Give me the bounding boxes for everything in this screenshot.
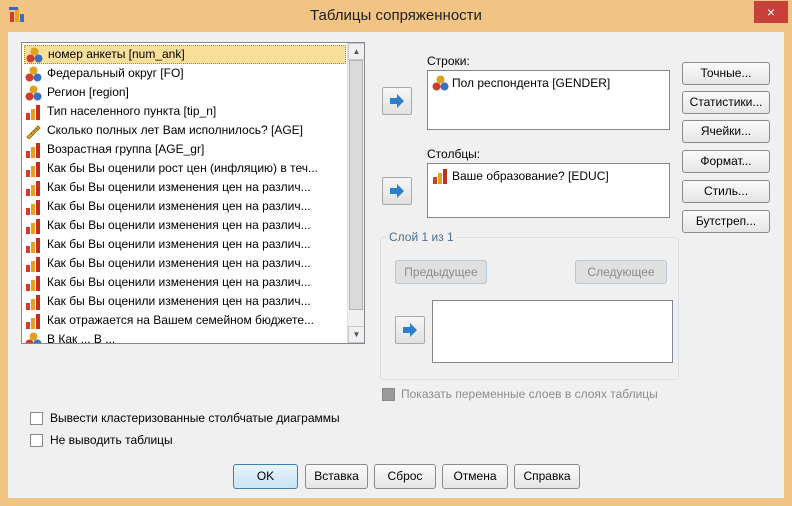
paste-button[interactable]: Вставка (305, 464, 368, 489)
ok-button[interactable]: OK (233, 464, 298, 489)
suppress-tables-label: Не выводить таблицы (50, 433, 173, 447)
variable-list-item[interactable]: Как отражается на Вашем семейном бюджете… (24, 311, 346, 330)
variable-label: В Как ... В ... (47, 332, 116, 344)
ordinal-icon (26, 180, 40, 196)
variable-list-item[interactable]: Сколько полных лет Вам исполнилось? [AGE… (24, 121, 346, 140)
variable-label: Как бы Вы оценили изменения цен на разли… (47, 237, 311, 251)
ordinal-icon (26, 256, 40, 272)
variable-label: Федеральный округ [FO] (47, 66, 184, 80)
ordinal-icon (433, 169, 447, 184)
variable-list-item[interactable]: Возрастная группа [AGE_gr] (24, 140, 346, 159)
rows-label: Строки: (427, 54, 470, 68)
previous-layer-button[interactable]: Предыдущее (395, 260, 487, 284)
ordinal-icon (26, 237, 40, 253)
statistics-button[interactable]: Статистики... (682, 91, 770, 114)
show-layers-label: Показать переменные слоев в слоях таблиц… (401, 387, 658, 401)
variable-label: Как бы Вы оценили изменения цен на разли… (47, 218, 311, 232)
variable-items: номер анкеты [num_ank] Федеральный округ … (24, 45, 346, 344)
right-arrow-icon (390, 184, 404, 198)
move-to-layer-button[interactable] (395, 316, 425, 344)
variable-label: Сколько полных лет Вам исполнилось? [AGE… (47, 123, 303, 137)
suppress-tables-checkbox[interactable] (30, 434, 43, 447)
window-title: Таблицы сопряженности (310, 7, 482, 24)
rows-box[interactable]: Пол респондента [GENDER] (427, 70, 670, 130)
variable-list-item[interactable]: Федеральный округ [FO] (24, 64, 346, 83)
bootstrap-button[interactable]: Бутстреп... (682, 210, 770, 233)
ordinal-icon (26, 161, 40, 177)
rows-entry-label: Пол респондента [GENDER] (452, 76, 611, 90)
style-button[interactable]: Стиль... (682, 180, 770, 203)
move-to-rows-button[interactable] (382, 87, 412, 115)
columns-entry[interactable]: Ваше образование? [EDUC] (432, 168, 609, 184)
variable-list-item[interactable]: Как бы Вы оценили изменения цен на разли… (24, 197, 346, 216)
show-layers-checkbox[interactable] (382, 388, 395, 401)
ordinal-icon (26, 142, 40, 158)
variable-label: Как бы Вы оценили изменения цен на разли… (47, 294, 311, 308)
layer-legend: Слой 1 из 1 (387, 230, 456, 244)
move-to-columns-button[interactable] (382, 177, 412, 205)
variable-label: номер анкеты [num_ank] (48, 47, 185, 61)
variable-list-item[interactable]: Как бы Вы оценили изменения цен на разли… (24, 273, 346, 292)
variable-label: Как бы Вы оценили изменения цен на разли… (47, 256, 311, 270)
close-button[interactable]: × (754, 1, 788, 23)
variable-label: Как бы Вы оценили изменения цен на разли… (47, 275, 311, 289)
nominal-icon (25, 66, 42, 81)
variable-list-item[interactable]: Как бы Вы оценили изменения цен на разли… (24, 254, 346, 273)
ordinal-icon (26, 199, 40, 215)
clustered-bars-label: Вывести кластеризованные столбчатые диаг… (50, 411, 340, 425)
variable-list-item[interactable]: Как бы Вы оценили изменения цен на разли… (24, 292, 346, 311)
variable-list-item[interactable]: Регион [region] (24, 83, 346, 102)
variable-list-item[interactable]: Как бы Вы оценили изменения цен на разли… (24, 178, 346, 197)
scroll-up-icon[interactable]: ▲ (348, 43, 364, 60)
variable-label: Как бы Вы оценили изменения цен на разли… (47, 199, 311, 213)
ordinal-icon (26, 218, 40, 234)
clustered-bars-checkbox[interactable] (30, 412, 43, 425)
source-variable-list[interactable]: номер анкеты [num_ank] Федеральный округ … (21, 42, 365, 344)
columns-entry-label: Ваше образование? [EDUC] (452, 169, 609, 183)
right-arrow-icon (390, 94, 404, 108)
variable-label: Возрастная группа [AGE_gr] (47, 142, 205, 156)
title-bar: Таблицы сопряженности × (0, 0, 792, 32)
ordinal-icon (26, 104, 40, 120)
variable-list-item[interactable]: Как бы Вы оценили изменения цен на разли… (24, 216, 346, 235)
variable-label: Как бы Вы оценили рост цен (инфляцию) в … (47, 161, 318, 175)
scale-icon (26, 124, 41, 139)
variable-label: Тип населенного пункта [tip_n] (47, 104, 217, 118)
variable-label: Как отражается на Вашем семейном бюджете… (47, 313, 315, 327)
cells-button[interactable]: Ячейки... (682, 120, 770, 143)
layer-box[interactable] (432, 300, 673, 363)
scroll-thumb[interactable] (349, 60, 363, 310)
right-arrow-icon (403, 323, 417, 337)
scroll-down-icon[interactable]: ▼ (348, 326, 364, 343)
variable-list-scrollbar[interactable]: ▲ ▼ (347, 43, 364, 343)
ordinal-icon (26, 294, 40, 310)
next-layer-button[interactable]: Следующее (575, 260, 667, 284)
crosstabs-dialog: Таблицы сопряженности × номер анкеты [nu… (0, 0, 792, 506)
variable-list-item[interactable]: Как бы Вы оценили рост цен (инфляцию) в … (24, 159, 346, 178)
exact-button[interactable]: Точные... (682, 62, 770, 85)
variable-label: Как бы Вы оценили изменения цен на разли… (47, 180, 311, 194)
nominal-icon (25, 332, 42, 343)
columns-box[interactable]: Ваше образование? [EDUC] (427, 163, 670, 218)
format-button[interactable]: Формат... (682, 150, 770, 173)
cancel-button[interactable]: Отмена (442, 464, 508, 489)
variable-label: Регион [region] (47, 85, 129, 99)
nominal-icon (26, 47, 43, 62)
ordinal-icon (26, 275, 40, 291)
variable-list-item[interactable]: Тип населенного пункта [tip_n] (24, 102, 346, 121)
nominal-icon (25, 85, 42, 100)
variable-list-item[interactable]: номер анкеты [num_ank] (24, 45, 346, 64)
ordinal-icon (26, 313, 40, 329)
columns-label: Столбцы: (427, 147, 481, 161)
help-button[interactable]: Справка (514, 464, 580, 489)
reset-button[interactable]: Сброс (374, 464, 436, 489)
layer-group: Слой 1 из 1 Предыдущее Следующее (380, 230, 679, 380)
nominal-icon (432, 75, 449, 91)
variable-list-item[interactable]: Как бы Вы оценили изменения цен на разли… (24, 235, 346, 254)
variable-list-item[interactable]: В Как ... В ... (24, 330, 346, 344)
rows-entry[interactable]: Пол респондента [GENDER] (432, 75, 610, 91)
